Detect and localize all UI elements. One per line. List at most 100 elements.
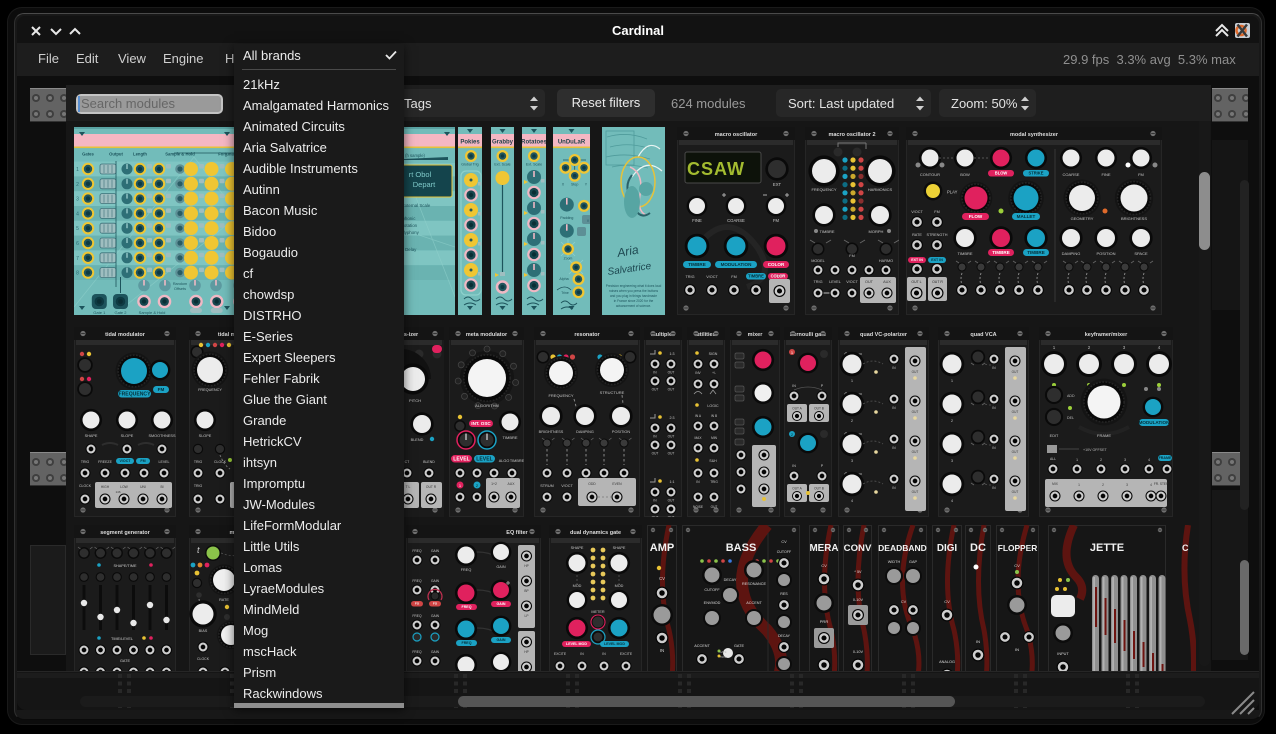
- svg-text:GAIN: GAIN: [431, 650, 440, 654]
- svg-text:IN: IN: [660, 648, 664, 653]
- svg-text:FM: FM: [849, 254, 854, 258]
- svg-text:ACCENT: ACCENT: [746, 601, 762, 605]
- svg-text:FINE: FINE: [1101, 172, 1110, 177]
- svg-text:HARMO: HARMO: [879, 259, 893, 263]
- svg-text:IN: IN: [976, 639, 980, 644]
- svg-text:FREQUENCY: FREQUENCY: [119, 392, 152, 398]
- svg-text:FM: FM: [140, 459, 145, 463]
- svg-text:Zoom: Zoom: [564, 257, 573, 261]
- svg-text:OUT: OUT: [912, 370, 919, 374]
- svg-text:FREQ: FREQ: [412, 579, 422, 583]
- svg-text:SIGN: SIGN: [709, 352, 718, 356]
- svg-text:Pokies: Pokies: [460, 140, 480, 146]
- svg-text:OUT: OUT: [711, 505, 718, 509]
- svg-text:S&H: S&H: [709, 459, 717, 463]
- svg-text:TIMBRE: TIMBRE: [819, 229, 834, 234]
- svg-text:CSAW: CSAW: [687, 159, 745, 179]
- svg-text:1:3: 1:3: [670, 352, 675, 356]
- svg-text:WIDTH: WIDTH: [888, 560, 901, 564]
- svg-text:INT. OSC: INT. OSC: [471, 421, 491, 426]
- svg-text:BP: BP: [524, 589, 528, 593]
- svg-text:LEVEL MOD: LEVEL MOD: [566, 642, 587, 646]
- svg-text:Gates: Gates: [82, 152, 94, 157]
- svg-text:TIMBRE: TIMBRE: [688, 262, 706, 267]
- svg-text:DC: DC: [970, 542, 986, 554]
- svg-text:ALL: ALL: [1050, 457, 1056, 461]
- svg-text:in France since 2020 for the: in France since 2020 for the: [614, 299, 654, 303]
- svg-text:FR. STEP: FR. STEP: [1154, 482, 1168, 486]
- svg-text:Offsets: Offsets: [174, 287, 186, 291]
- svg-text:1:1: 1:1: [670, 480, 675, 484]
- svg-text:ALGO: ALGO: [499, 459, 510, 463]
- svg-text:IN: IN: [792, 464, 796, 468]
- svg-text:OUT R: OUT R: [426, 485, 437, 489]
- svg-text:TIMBRE: TIMBRE: [957, 251, 972, 256]
- svg-text:COARSE: COARSE: [1063, 172, 1080, 177]
- svg-text:BLEND: BLEND: [423, 460, 435, 464]
- svg-text:3: 3: [1124, 458, 1126, 462]
- svg-text:TRIG: TRIG: [685, 275, 694, 279]
- svg-text:RES: RES: [780, 592, 788, 596]
- svg-text:EXCITE: EXCITE: [620, 652, 633, 656]
- svg-text:ADD: ADD: [1067, 394, 1075, 398]
- svg-text:FREQUENCY: FREQUENCY: [811, 187, 836, 192]
- svg-text:rt Obol: rt Obol: [409, 170, 432, 179]
- svg-text:FREQ: FREQ: [412, 650, 422, 654]
- svg-text:STRIKE: STRIKE: [1028, 171, 1043, 176]
- svg-text:EXT IN: EXT IN: [911, 258, 923, 262]
- svg-text:V/OCT: V/OCT: [706, 275, 718, 279]
- svg-text:DECAY: DECAY: [724, 578, 737, 582]
- svg-text:GEOMETRY: GEOMETRY: [1071, 216, 1094, 221]
- svg-text:SPACE: SPACE: [1134, 251, 1148, 256]
- svg-text:FREQ: FREQ: [462, 605, 472, 609]
- svg-text:ACCENT: ACCENT: [694, 644, 710, 648]
- svg-text:OUT: OUT: [912, 490, 919, 494]
- svg-text:MALLET: MALLET: [1017, 214, 1036, 219]
- svg-text:146: 146: [115, 490, 120, 494]
- svg-text:STRENGTH: STRENGTH: [927, 233, 948, 237]
- svg-text:T L: T L: [406, 485, 411, 489]
- svg-text:5: 5: [76, 226, 79, 232]
- svg-text:EXT IN: EXT IN: [931, 258, 943, 262]
- svg-text:METER: METER: [591, 610, 605, 614]
- svg-text:3: 3: [1126, 483, 1128, 487]
- svg-text:LP: LP: [525, 614, 529, 618]
- svg-text:STRUM: STRUM: [540, 484, 554, 488]
- svg-text:MODULATION: MODULATION: [1139, 420, 1170, 425]
- svg-text:CV: CV: [781, 540, 787, 544]
- svg-text:HARMONICS: HARMONICS: [868, 187, 893, 192]
- svg-text:Depart: Depart: [413, 180, 436, 189]
- svg-text:meta modulator: meta modulator: [466, 332, 508, 338]
- svg-text:DEL: DEL: [1067, 416, 1074, 420]
- svg-text:FM: FM: [731, 275, 736, 279]
- svg-text:l (h sample): l (h sample): [403, 153, 425, 158]
- svg-text:DAMPING: DAMPING: [1062, 251, 1081, 256]
- svg-text:Padding: Padding: [560, 216, 573, 220]
- svg-text:V/OCT: V/OCT: [120, 459, 132, 463]
- svg-text:FM: FM: [773, 218, 780, 223]
- svg-text:POSITION: POSITION: [1096, 251, 1115, 256]
- svg-text:quad VC-polarizer: quad VC-polarizer: [860, 332, 908, 338]
- svg-text:0-10V: 0-10V: [853, 598, 864, 602]
- svg-text:Grabby: Grabby: [492, 140, 514, 146]
- svg-text:Sample & Hold: Sample & Hold: [165, 152, 195, 157]
- svg-text:LEVEL: LEVEL: [829, 280, 841, 284]
- svg-text:GATE: GATE: [734, 644, 745, 648]
- svg-text:tidal modulator: tidal modulator: [105, 332, 146, 338]
- svg-text:resonator: resonator: [574, 332, 600, 338]
- svg-text:STRUCTURE: STRUCTURE: [600, 390, 625, 395]
- svg-text:OUT: OUT: [668, 388, 675, 392]
- svg-text:GAIN: GAIN: [431, 579, 440, 583]
- svg-text:IN B: IN B: [711, 414, 717, 418]
- svg-text:CV: CV: [944, 599, 950, 604]
- svg-text:CV: CV: [821, 563, 827, 568]
- svg-text:EXCITE: EXCITE: [554, 652, 567, 656]
- svg-text:TRIG: TRIG: [194, 484, 203, 488]
- svg-text:RESONANCE: RESONANCE: [742, 582, 767, 586]
- svg-text:IN: IN: [792, 384, 796, 388]
- svg-text:dual dynamics gate: dual dynamics gate: [570, 530, 621, 536]
- svg-text:CLOCK: CLOCK: [79, 484, 92, 488]
- svg-text:HIGH: HIGH: [101, 485, 110, 489]
- svg-text:GAIN: GAIN: [497, 638, 506, 642]
- svg-text:FINE: FINE: [692, 218, 702, 223]
